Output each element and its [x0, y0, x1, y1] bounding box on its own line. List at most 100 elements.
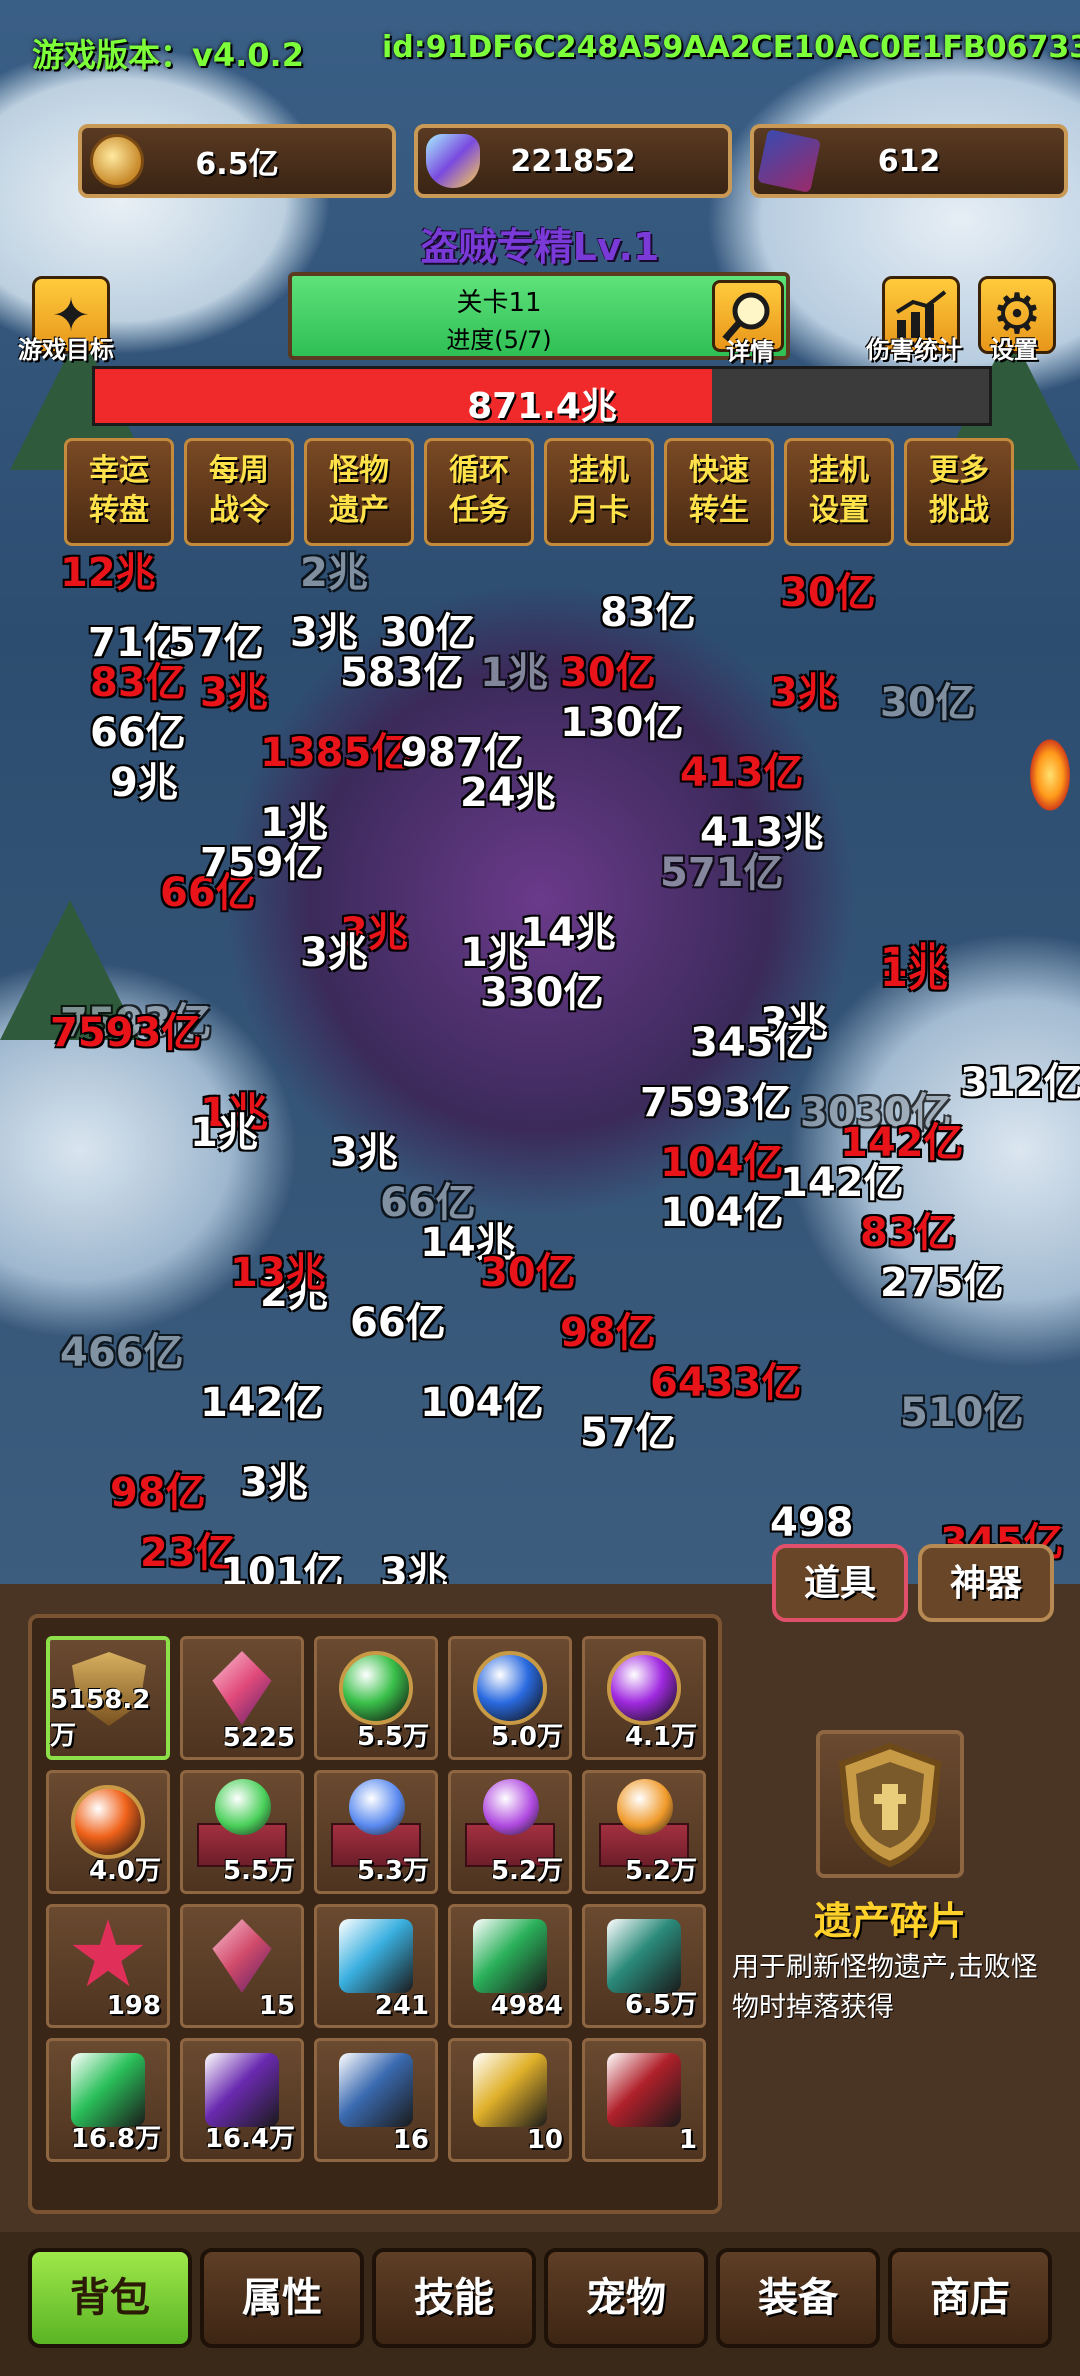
item-count: 4.0万 — [88, 1856, 161, 1886]
inventory-slot[interactable]: 4984 — [448, 1904, 572, 2028]
damage-number: 104亿 — [660, 1190, 784, 1236]
damage-number: 57亿 — [580, 1410, 676, 1456]
item-count: 6.5万 — [624, 1990, 697, 2020]
inventory-slot[interactable]: 5.2万 — [582, 1770, 706, 1894]
loop-task-button[interactable]: 循环 任务 — [424, 438, 534, 546]
damage-number: 98亿 — [110, 1470, 206, 1516]
button-label: 挂机 — [569, 453, 629, 488]
damage-number: 759亿 — [200, 840, 324, 886]
inventory-slot[interactable]: 4.1万 — [582, 1636, 706, 1760]
inventory-slot[interactable]: 6.5万 — [582, 1904, 706, 2028]
damage-number: 9兆 — [110, 760, 178, 806]
button-label: 转盘 — [89, 493, 149, 528]
stage-progress: 进度(5/7) — [446, 326, 552, 354]
item-count: 5.3万 — [356, 1856, 429, 1886]
damage-number: 130亿 — [560, 700, 684, 746]
treasure-chest-icon — [607, 1919, 681, 1993]
damage-number: 3兆 — [240, 1460, 308, 1506]
red-star-icon — [72, 1919, 144, 1987]
nav-pets-button[interactable]: 宠物 — [544, 2248, 708, 2348]
damage-number: 30亿 — [780, 570, 876, 616]
damage-number: 142亿 — [200, 1380, 324, 1426]
quick-rebirth-button[interactable]: 快速 转生 — [664, 438, 774, 546]
item-count: 1 — [678, 2125, 697, 2155]
more-challenge-button[interactable]: 更多 挑战 — [904, 438, 1014, 546]
damage-stats-label: 伤害统计 — [866, 336, 962, 364]
inventory-slot[interactable]: 5.0万 — [448, 1636, 572, 1760]
item-count: 241 — [374, 1991, 429, 2021]
inventory-slot[interactable]: 1 — [582, 2038, 706, 2162]
inventory-slot[interactable]: 4.0万 — [46, 1770, 170, 1894]
tab-artifact[interactable]: 神器 — [918, 1544, 1054, 1622]
golden-glove-icon — [473, 2053, 547, 2127]
button-label: 挂机 — [809, 453, 869, 488]
item-count: 5225 — [222, 1723, 295, 1753]
damage-number: 413亿 — [680, 750, 804, 796]
nav-shop-button[interactable]: 商店 — [888, 2248, 1052, 2348]
nav-backpack-button[interactable]: 背包 — [28, 2248, 192, 2348]
game-goal-label: 游戏目标 — [18, 336, 114, 364]
button-label: 快速 — [689, 453, 749, 488]
button-label: 遗产 — [329, 493, 389, 528]
item-count: 16.4万 — [204, 2124, 295, 2154]
blue-swirl-chest-icon — [349, 1779, 405, 1835]
damage-number: 7593亿 — [50, 1010, 202, 1056]
nav-attributes-button[interactable]: 属性 — [200, 2248, 364, 2348]
damage-number: 571亿 — [660, 850, 784, 896]
inventory-slot[interactable]: 241 — [314, 1904, 438, 2028]
inventory-slot[interactable]: 5.3万 — [314, 1770, 438, 1894]
button-label: 任务 — [449, 493, 509, 528]
button-label: 月卡 — [569, 493, 629, 528]
purple-orb-icon — [607, 1651, 681, 1725]
card-value: 612 — [877, 143, 941, 179]
inventory-slot[interactable]: 16.8万 — [46, 2038, 170, 2162]
stage-info: 关卡11 进度(5/7) — [288, 272, 790, 360]
inventory-slot[interactable]: 10 — [448, 2038, 572, 2162]
damage-number: 83亿 — [600, 590, 696, 636]
gear-scroll-icon — [339, 2053, 413, 2127]
item-count: 5.5万 — [222, 1856, 295, 1886]
tab-items[interactable]: 道具 — [772, 1544, 908, 1622]
button-label: 设置 — [809, 493, 869, 528]
item-count: 5.0万 — [490, 1722, 563, 1752]
crystal-icon — [426, 134, 480, 188]
item-count: 5.2万 — [624, 1856, 697, 1886]
inventory-slot[interactable]: 5.5万 — [314, 1636, 438, 1760]
monster-legacy-button[interactable]: 怪物 遗产 — [304, 438, 414, 546]
damage-number: 104亿 — [420, 1380, 544, 1426]
damage-number: 1兆 — [480, 650, 548, 696]
green-orb-icon — [339, 1651, 413, 1725]
inventory-slot[interactable]: 15 — [180, 1904, 304, 2028]
inventory-slot[interactable]: 5225 — [180, 1636, 304, 1760]
damage-number: 7593亿 — [640, 1080, 792, 1126]
rank-title: 盗贼专精Lv.1 — [420, 225, 660, 269]
inventory-slot[interactable]: 16.4万 — [180, 2038, 304, 2162]
idle-monthly-card-button[interactable]: 挂机 月卡 — [544, 438, 654, 546]
inventory-grid[interactable]: 5158.2万 5225 5.5万 5.0万 4.1万 4.0万 5.5万 5.3万 5.2万 5… — [28, 1614, 722, 2214]
gold-value: 6.5亿 — [195, 147, 279, 182]
item-count: 15 — [258, 1991, 295, 2021]
button-label: 循环 — [449, 453, 509, 488]
inventory-slot[interactable]: 198 — [46, 1904, 170, 2028]
damage-number: 24兆 — [460, 770, 556, 816]
item-count: 4984 — [490, 1991, 563, 2021]
damage-number: 583亿 — [340, 650, 464, 696]
lucky-wheel-button[interactable]: 幸运 转盘 — [64, 438, 174, 546]
nav-skills-button[interactable]: 技能 — [372, 2248, 536, 2348]
boss-hp-text: 871.4兆 — [467, 386, 617, 427]
inventory-slot[interactable]: 5.5万 — [180, 1770, 304, 1894]
card-resource: 612 — [750, 124, 1068, 198]
weekly-pass-button[interactable]: 每周 战令 — [184, 438, 294, 546]
inventory-slot[interactable]: 5158.2万 — [46, 1636, 170, 1760]
item-name: 遗产碎片 — [813, 1899, 966, 1943]
idle-settings-button[interactable]: 挂机 设置 — [784, 438, 894, 546]
nav-equipment-button[interactable]: 装备 — [716, 2248, 880, 2348]
damage-number: 2兆 — [300, 550, 368, 596]
game-id: id:91DF6C248A59AA2CE10AC0E1FB06733F — [382, 30, 1080, 65]
inventory-slot[interactable]: 16 — [314, 2038, 438, 2162]
item-count: 5.5万 — [356, 1722, 429, 1752]
inventory-slot[interactable]: 5.2万 — [448, 1770, 572, 1894]
damage-number: 330亿 — [480, 970, 604, 1016]
gold-coin-icon — [90, 134, 144, 188]
damage-number: 498 — [770, 1500, 854, 1546]
